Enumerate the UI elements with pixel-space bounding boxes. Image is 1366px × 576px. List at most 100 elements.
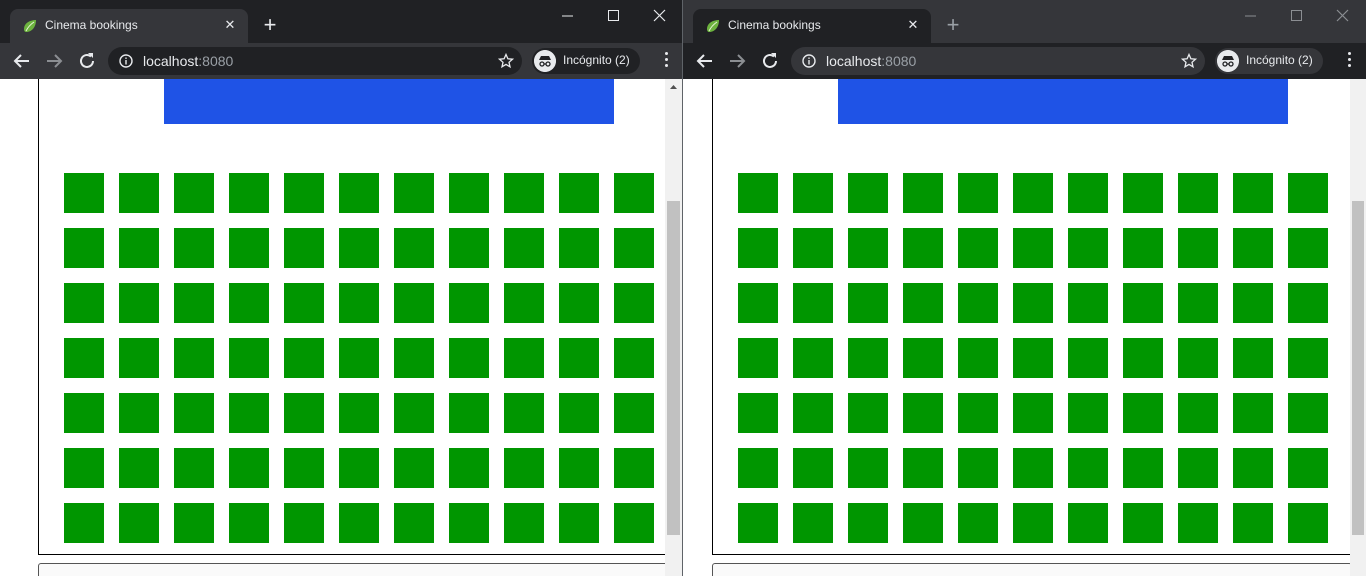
seat[interactable] (119, 173, 159, 213)
seat[interactable] (903, 283, 943, 323)
seat[interactable] (1068, 448, 1108, 488)
seat[interactable] (738, 173, 778, 213)
seat[interactable] (1288, 173, 1328, 213)
seat[interactable] (449, 448, 489, 488)
seat[interactable] (1123, 503, 1163, 543)
seat[interactable] (793, 338, 833, 378)
window-close-icon[interactable] (644, 4, 674, 28)
back-arrow-icon[interactable] (9, 48, 35, 74)
seat[interactable] (504, 448, 544, 488)
seat[interactable] (1013, 448, 1053, 488)
plus-icon[interactable]: + (258, 14, 282, 38)
maximize-icon[interactable] (598, 4, 628, 28)
seat[interactable] (1178, 228, 1218, 268)
seat[interactable] (449, 503, 489, 543)
seat[interactable] (229, 283, 269, 323)
seat[interactable] (504, 503, 544, 543)
seat[interactable] (1288, 448, 1328, 488)
seat[interactable] (793, 393, 833, 433)
scrollbar[interactable] (665, 79, 682, 576)
seat[interactable] (848, 283, 888, 323)
scrollbar[interactable] (1350, 79, 1366, 576)
address-bar[interactable]: localhost:8080 (791, 47, 1205, 75)
seat[interactable] (284, 173, 324, 213)
seat[interactable] (174, 283, 214, 323)
seat[interactable] (504, 338, 544, 378)
seat[interactable] (958, 338, 998, 378)
seat[interactable] (1123, 338, 1163, 378)
incognito-badge[interactable]: Incógnito (2) (532, 48, 640, 74)
seat[interactable] (848, 338, 888, 378)
seat[interactable] (793, 283, 833, 323)
seat[interactable] (64, 503, 104, 543)
seat[interactable] (174, 173, 214, 213)
seat[interactable] (64, 283, 104, 323)
seat[interactable] (284, 503, 324, 543)
seat[interactable] (1233, 228, 1273, 268)
seat[interactable] (1068, 338, 1108, 378)
seat[interactable] (1288, 393, 1328, 433)
seat[interactable] (394, 228, 434, 268)
tab-cinema-bookings[interactable]: Cinema bookings ✕ (693, 9, 931, 43)
seat[interactable] (394, 503, 434, 543)
seat[interactable] (1123, 173, 1163, 213)
star-icon[interactable] (498, 53, 514, 69)
seat[interactable] (1068, 173, 1108, 213)
seat[interactable] (738, 338, 778, 378)
maximize-icon[interactable] (1281, 4, 1311, 28)
seat[interactable] (229, 228, 269, 268)
star-icon[interactable] (1181, 53, 1197, 69)
seat[interactable] (284, 393, 324, 433)
seat[interactable] (449, 338, 489, 378)
seat[interactable] (1068, 228, 1108, 268)
seat[interactable] (1178, 448, 1218, 488)
seat[interactable] (339, 338, 379, 378)
seat[interactable] (1233, 503, 1273, 543)
seat[interactable] (174, 448, 214, 488)
seat[interactable] (903, 448, 943, 488)
seat[interactable] (1288, 228, 1328, 268)
seat[interactable] (1123, 448, 1163, 488)
seat[interactable] (1233, 173, 1273, 213)
seat[interactable] (64, 393, 104, 433)
seat[interactable] (903, 503, 943, 543)
scrollbar-thumb[interactable] (1352, 201, 1364, 535)
close-icon[interactable]: ✕ (903, 15, 923, 35)
seat[interactable] (504, 228, 544, 268)
seat[interactable] (119, 393, 159, 433)
seat[interactable] (229, 503, 269, 543)
seat[interactable] (1233, 338, 1273, 378)
seat[interactable] (614, 448, 654, 488)
reload-icon[interactable] (74, 48, 100, 74)
seat[interactable] (793, 228, 833, 268)
seat[interactable] (848, 228, 888, 268)
seat[interactable] (119, 448, 159, 488)
seat[interactable] (614, 173, 654, 213)
seat[interactable] (1178, 393, 1218, 433)
seat[interactable] (738, 448, 778, 488)
seat[interactable] (848, 173, 888, 213)
seat[interactable] (394, 448, 434, 488)
seat[interactable] (339, 228, 379, 268)
seat[interactable] (958, 503, 998, 543)
seat[interactable] (1013, 338, 1053, 378)
seat[interactable] (958, 173, 998, 213)
seat[interactable] (339, 448, 379, 488)
scroll-up-icon[interactable] (665, 79, 682, 96)
seat[interactable] (738, 503, 778, 543)
reload-icon[interactable] (757, 48, 783, 74)
seat[interactable] (559, 338, 599, 378)
seat[interactable] (1013, 393, 1053, 433)
seat[interactable] (793, 448, 833, 488)
incognito-badge[interactable]: Incógnito (2) (1215, 48, 1323, 74)
seat[interactable] (504, 393, 544, 433)
seat[interactable] (738, 283, 778, 323)
seat[interactable] (229, 393, 269, 433)
seat[interactable] (958, 448, 998, 488)
seat[interactable] (1178, 503, 1218, 543)
seat[interactable] (1178, 283, 1218, 323)
seat[interactable] (1178, 338, 1218, 378)
seat[interactable] (903, 228, 943, 268)
seat[interactable] (339, 503, 379, 543)
seat[interactable] (614, 338, 654, 378)
